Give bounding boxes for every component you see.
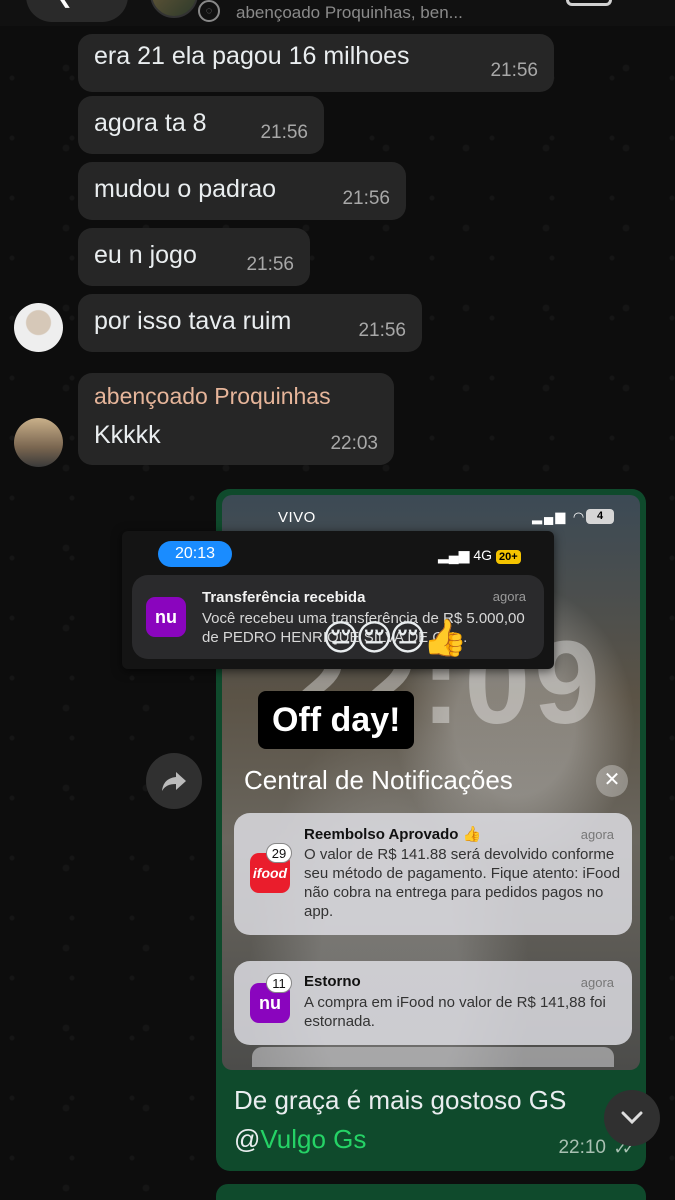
forward-icon	[162, 772, 186, 791]
notification-card-nubank: nu 11 Estorno agora A compra em iFood no…	[234, 961, 632, 1045]
avatar[interactable]	[14, 303, 63, 352]
status-ring-icon: ◌	[198, 0, 220, 22]
message-bubble[interactable]: abençoado Proquinhas Kkkkk 22:03	[78, 373, 394, 465]
notification-badge: 29	[266, 843, 292, 863]
nubank-app-icon: nu 11	[250, 973, 292, 1023]
notification-title: Transferência recebida	[202, 589, 366, 606]
notification-badge: 11	[266, 973, 292, 993]
message-time: 21:56	[490, 60, 538, 81]
battery-indicator: 4	[586, 509, 614, 524]
chat-header: ❮ ◌ abençoado Proquinhas, ben...	[0, 0, 675, 26]
message-text: por isso tava ruim	[94, 307, 292, 335]
mention-link[interactable]: Vulgo Gs	[260, 1124, 366, 1154]
message-bubble[interactable]: era 21 ela pagou 16 milhoes 21:56	[78, 34, 554, 92]
emoji-sticker: 😔😔😔👍	[322, 617, 467, 658]
signal-icon: ▂▄▆	[438, 547, 474, 563]
carrier-label: VIVO	[278, 509, 316, 526]
forward-button[interactable]	[146, 753, 202, 809]
nubank-notification-overlay: 20:13 ▂▄▆ 4G 20+ nu Transferência recebid…	[122, 531, 554, 669]
message-text: agora ta 8	[94, 109, 207, 137]
notification-time: agora	[580, 975, 614, 990]
close-icon: ✕	[596, 765, 628, 797]
ifood-app-icon: ifood 29	[250, 843, 292, 893]
message-bubble[interactable]: agora ta 8 21:56	[78, 96, 324, 154]
off-day-banner: Off day!	[258, 691, 415, 749]
battery-indicator: 20+	[496, 550, 521, 564]
message-bubble[interactable]: por isso tava ruim 21:56	[78, 294, 422, 352]
message-time: 21:56	[246, 254, 294, 275]
notification-card-ifood: ifood 29 Reembolso Aprovado 👍 agora O va…	[234, 813, 632, 935]
message-bubble[interactable]: mudou o padrao 21:56	[78, 162, 406, 220]
group-avatar[interactable]	[150, 0, 198, 18]
message-time: 22:10	[558, 1137, 606, 1158]
video-call-icon[interactable]	[566, 0, 612, 6]
nubank-app-icon: nu	[146, 597, 186, 637]
notification-card-stub	[252, 1047, 614, 1067]
notification-title: Estorno	[304, 973, 361, 990]
image-caption-mention-line: @Vulgo Gs	[234, 1124, 366, 1155]
next-message-edge	[216, 1184, 646, 1200]
mention-at: @	[234, 1124, 261, 1154]
message-text: era 21 ela pagou 16 milhoes	[94, 42, 410, 70]
sender-name[interactable]: abençoado Proquinhas	[94, 383, 331, 410]
notification-body: O valor de R$ 141.88 será devolvido conf…	[304, 846, 621, 920]
overlay-status-bar: ▂▄▆ 4G 20+	[438, 547, 521, 564]
group-name[interactable]: abençoado Proquinhas, ben...	[236, 3, 463, 23]
message-time: 21:56	[358, 320, 406, 341]
scroll-to-bottom-button[interactable]	[604, 1090, 660, 1146]
back-button[interactable]: ❮	[26, 0, 128, 22]
message-bubble[interactable]: eu n jogo 21:56	[78, 228, 310, 286]
avatar[interactable]	[14, 418, 63, 467]
notification-center-title: Central de Notificações	[244, 765, 513, 795]
notification-time: agora	[492, 589, 526, 604]
message-time: 22:03	[330, 433, 378, 454]
notification-body: A compra em iFood no valor de R$ 141,88 …	[304, 994, 606, 1030]
chevron-down-icon	[621, 1111, 643, 1125]
notification-time: agora	[580, 827, 614, 842]
message-text: mudou o padrao	[94, 175, 277, 203]
back-icon: ❮	[56, 0, 73, 9]
message-text: eu n jogo	[94, 241, 197, 269]
network-label: 4G	[473, 547, 493, 563]
message-time: 21:56	[260, 122, 308, 143]
overlay-status-time: 20:13	[158, 541, 232, 567]
image-caption: De graça é mais gostoso GS	[234, 1085, 567, 1115]
signal-wifi-icon: ▂▄▆ ◠	[532, 509, 587, 524]
message-time: 21:56	[342, 188, 390, 209]
message-text: Kkkkk	[94, 421, 161, 449]
notification-title: Reembolso Aprovado 👍	[304, 826, 482, 843]
